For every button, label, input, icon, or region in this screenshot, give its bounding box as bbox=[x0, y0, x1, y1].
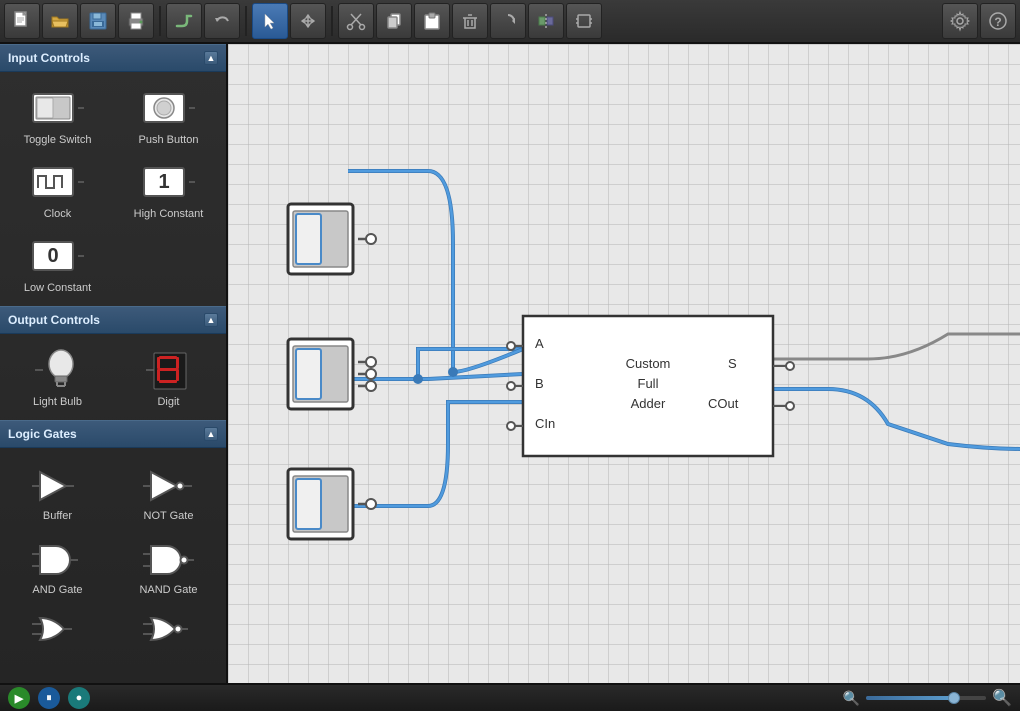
canvas-toggle-switch-2[interactable] bbox=[283, 334, 363, 414]
separator-3 bbox=[331, 6, 333, 36]
high-constant-icon: 1 bbox=[139, 160, 199, 204]
logic-gates-header[interactable]: Logic Gates ▲ bbox=[0, 420, 226, 448]
sidebar-item-or-gate[interactable] bbox=[4, 608, 111, 648]
sidebar-item-and-gate[interactable]: AND Gate bbox=[4, 530, 111, 600]
sidebar-item-light-bulb[interactable]: Light Bulb bbox=[4, 342, 111, 412]
canvas-toggle-switch-1[interactable] bbox=[283, 199, 363, 279]
nand-gate-icon bbox=[141, 540, 196, 580]
or-gate-icon bbox=[30, 614, 85, 644]
zoom-slider[interactable] bbox=[866, 696, 986, 700]
new-button[interactable] bbox=[4, 3, 40, 39]
svg-text:A: A bbox=[535, 336, 544, 351]
wire-button[interactable] bbox=[166, 3, 202, 39]
copy-button[interactable] bbox=[376, 3, 412, 39]
light-bulb-icon bbox=[33, 348, 83, 392]
logic-gates-arrow: ▲ bbox=[204, 427, 218, 441]
sidebar-item-digit[interactable]: Digit bbox=[115, 342, 222, 412]
toggle-switch-icon bbox=[28, 86, 88, 130]
zoom-control: 🔍 🔍 bbox=[843, 688, 1012, 708]
rotate-button[interactable] bbox=[490, 3, 526, 39]
input-controls-label: Input Controls bbox=[8, 51, 90, 65]
svg-text:0: 0 bbox=[47, 245, 58, 267]
separator-1 bbox=[159, 6, 161, 36]
sidebar-item-toggle-switch[interactable]: Toggle Switch bbox=[4, 80, 111, 150]
zoom-slider-track bbox=[866, 696, 950, 700]
canvas[interactable]: A B CIn Custom Full Adder S COut bbox=[228, 44, 1020, 683]
svg-text:COut: COut bbox=[708, 396, 739, 411]
component-button[interactable] bbox=[566, 3, 602, 39]
svg-text:?: ? bbox=[994, 15, 1001, 29]
undo-button[interactable] bbox=[204, 3, 240, 39]
not-gate-label: NOT Gate bbox=[144, 510, 194, 522]
sidebar-item-push-button[interactable]: Push Button bbox=[115, 80, 222, 150]
low-constant-label: Low Constant bbox=[24, 282, 91, 294]
clock-icon bbox=[28, 160, 88, 204]
zoom-out-icon[interactable]: 🔍 bbox=[843, 690, 860, 707]
svg-text:S: S bbox=[728, 356, 737, 371]
separator-2 bbox=[245, 6, 247, 36]
output-controls-grid: Light Bulb bbox=[0, 334, 226, 420]
sidebar-item-not-gate[interactable]: NOT Gate bbox=[115, 456, 222, 526]
and-gate-icon bbox=[30, 540, 85, 580]
nand-gate-label: NAND Gate bbox=[139, 584, 197, 596]
high-constant-label: High Constant bbox=[134, 208, 204, 220]
buffer-label: Buffer bbox=[43, 510, 72, 522]
and-gate-label: AND Gate bbox=[32, 584, 82, 596]
flip-button[interactable] bbox=[528, 3, 564, 39]
svg-text:Adder: Adder bbox=[631, 396, 666, 411]
statusbar: ▶ ⏸ ● 🔍 🔍 bbox=[0, 683, 1020, 711]
paste-button[interactable] bbox=[414, 3, 450, 39]
logic-gates-label: Logic Gates bbox=[8, 427, 77, 441]
low-constant-icon: 0 bbox=[28, 234, 88, 278]
open-button[interactable] bbox=[42, 3, 78, 39]
play-button[interactable]: ▶ bbox=[8, 687, 30, 709]
light-bulb-label: Light Bulb bbox=[33, 396, 82, 408]
pan-button[interactable] bbox=[290, 3, 326, 39]
push-button-icon bbox=[139, 86, 199, 130]
status-indicator[interactable]: ● bbox=[68, 687, 90, 709]
output-controls-label: Output Controls bbox=[8, 313, 100, 327]
logic-gates-grid: Buffer NOT Gate bbox=[0, 448, 226, 608]
print-button[interactable] bbox=[118, 3, 154, 39]
svg-text:Full: Full bbox=[638, 376, 659, 391]
sidebar: Input Controls ▲ Toggle Switch bbox=[0, 44, 228, 683]
canvas-full-adder[interactable]: A B CIn Custom Full Adder S COut bbox=[523, 316, 773, 456]
help-button[interactable]: ? bbox=[980, 3, 1016, 39]
push-button-label: Push Button bbox=[139, 134, 199, 146]
main-area: Input Controls ▲ Toggle Switch bbox=[0, 44, 1020, 683]
buffer-icon bbox=[30, 466, 85, 506]
zoom-in-icon[interactable]: 🔍 bbox=[992, 688, 1012, 708]
svg-text:1: 1 bbox=[158, 171, 169, 193]
output-controls-arrow: ▲ bbox=[204, 313, 218, 327]
delete-button[interactable] bbox=[452, 3, 488, 39]
clock-label: Clock bbox=[44, 208, 72, 220]
pause-button[interactable]: ⏸ bbox=[38, 687, 60, 709]
select-button[interactable] bbox=[252, 3, 288, 39]
sidebar-item-nand-gate[interactable]: NAND Gate bbox=[115, 530, 222, 600]
settings-button[interactable] bbox=[942, 3, 978, 39]
more-gates-grid bbox=[0, 608, 226, 656]
input-controls-header[interactable]: Input Controls ▲ bbox=[0, 44, 226, 72]
not-gate-icon bbox=[141, 466, 196, 506]
sidebar-item-buffer[interactable]: Buffer bbox=[4, 456, 111, 526]
toggle-switch-label: Toggle Switch bbox=[24, 134, 92, 146]
sidebar-item-high-constant[interactable]: 1 High Constant bbox=[115, 154, 222, 224]
svg-text:Custom: Custom bbox=[626, 356, 671, 371]
sidebar-item-nor-gate[interactable] bbox=[115, 608, 222, 648]
input-controls-arrow: ▲ bbox=[204, 51, 218, 65]
cut-button[interactable] bbox=[338, 3, 374, 39]
toolbar: ? bbox=[0, 0, 1020, 44]
digit-icon bbox=[144, 348, 194, 392]
svg-text:B: B bbox=[535, 376, 544, 391]
nor-gate-icon bbox=[141, 614, 196, 644]
svg-text:CIn: CIn bbox=[535, 416, 555, 431]
input-controls-grid: Toggle Switch Push Button bbox=[0, 72, 226, 306]
sidebar-item-low-constant[interactable]: 0 Low Constant bbox=[4, 228, 111, 298]
canvas-toggle-switch-3[interactable] bbox=[283, 464, 363, 544]
output-controls-header[interactable]: Output Controls ▲ bbox=[0, 306, 226, 334]
save-button[interactable] bbox=[80, 3, 116, 39]
digit-label: Digit bbox=[157, 396, 179, 408]
zoom-slider-thumb[interactable] bbox=[948, 692, 960, 704]
sidebar-item-clock[interactable]: Clock bbox=[4, 154, 111, 224]
